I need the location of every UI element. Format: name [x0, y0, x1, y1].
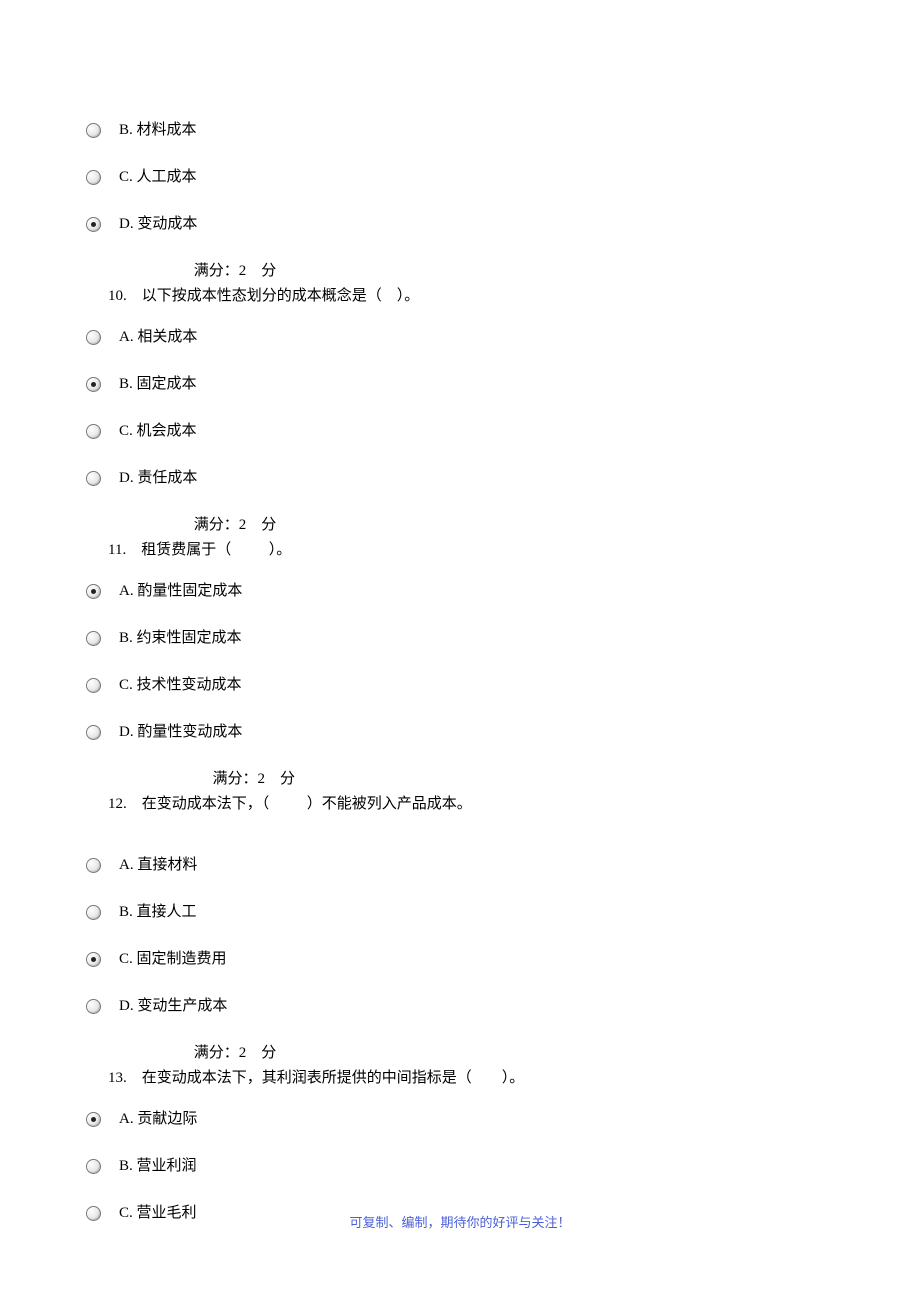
q9-option-d[interactable]: D. 变动成本	[80, 214, 840, 235]
q10-score: 满分：2 分	[190, 515, 840, 536]
option-label: B. 营业利润	[119, 1156, 197, 1177]
radio-icon	[86, 424, 101, 439]
option-label: C. 人工成本	[119, 167, 197, 188]
radio-icon	[86, 1112, 101, 1127]
q13-option-b[interactable]: B. 营业利润	[80, 1156, 840, 1177]
option-label: D. 责任成本	[119, 468, 197, 489]
q11-option-a[interactable]: A. 酌量性固定成本	[80, 581, 840, 602]
q11-option-b[interactable]: B. 约束性固定成本	[80, 628, 840, 649]
radio-icon	[86, 330, 101, 345]
radio-icon	[86, 123, 101, 138]
option-label: B. 直接人工	[119, 902, 197, 923]
option-label: C. 机会成本	[119, 421, 197, 442]
page-footer: 可复制、编制，期待你的好评与关注！	[0, 1214, 920, 1232]
radio-icon	[86, 725, 101, 740]
q13-option-a[interactable]: A. 贡献边际	[80, 1109, 840, 1130]
option-label: C. 固定制造费用	[119, 949, 227, 970]
q10-option-b[interactable]: B. 固定成本	[80, 374, 840, 395]
q12-option-a[interactable]: A. 直接材料	[80, 855, 840, 876]
q11-option-d[interactable]: D. 酌量性变动成本	[80, 722, 840, 743]
option-label: B. 固定成本	[119, 374, 197, 395]
q13-stem: 13. 在变动成本法下，其利润表所提供的中间指标是（ ）。	[108, 1068, 840, 1089]
option-label: D. 酌量性变动成本	[119, 722, 242, 743]
radio-icon	[86, 858, 101, 873]
option-label: C. 技术性变动成本	[119, 675, 242, 696]
radio-icon	[86, 631, 101, 646]
option-label: A. 相关成本	[119, 327, 197, 348]
q10-option-d[interactable]: D. 责任成本	[80, 468, 840, 489]
q12-option-d[interactable]: D. 变动生产成本	[80, 996, 840, 1017]
q10-stem: 10. 以下按成本性态划分的成本概念是（ ）。	[108, 286, 840, 307]
q11-score: 满分：2 分	[190, 769, 840, 790]
q9-score: 满分：2 分	[190, 261, 840, 282]
radio-icon	[86, 170, 101, 185]
q12-score: 满分：2 分	[190, 1043, 840, 1064]
q10-option-c[interactable]: C. 机会成本	[80, 421, 840, 442]
radio-icon	[86, 952, 101, 967]
option-label: A. 直接材料	[119, 855, 197, 876]
radio-icon	[86, 377, 101, 392]
option-label: B. 约束性固定成本	[119, 628, 242, 649]
radio-icon	[86, 999, 101, 1014]
radio-icon	[86, 905, 101, 920]
q9-option-c[interactable]: C. 人工成本	[80, 167, 840, 188]
option-label: A. 贡献边际	[119, 1109, 197, 1130]
radio-icon	[86, 678, 101, 693]
q10-option-a[interactable]: A. 相关成本	[80, 327, 840, 348]
option-label: D. 变动生产成本	[119, 996, 227, 1017]
radio-icon	[86, 217, 101, 232]
q12-option-c[interactable]: C. 固定制造费用	[80, 949, 840, 970]
q11-option-c[interactable]: C. 技术性变动成本	[80, 675, 840, 696]
option-label: D. 变动成本	[119, 214, 197, 235]
q12-stem: 12. 在变动成本法下，（ ）不能被列入产品成本。	[108, 794, 840, 815]
q11-stem: 11. 租赁费属于（ ）。	[108, 540, 840, 561]
q12-option-b[interactable]: B. 直接人工	[80, 902, 840, 923]
q9-option-b[interactable]: B. 材料成本	[80, 120, 840, 141]
radio-icon	[86, 584, 101, 599]
option-label: A. 酌量性固定成本	[119, 581, 242, 602]
radio-icon	[86, 471, 101, 486]
option-label: B. 材料成本	[119, 120, 197, 141]
radio-icon	[86, 1159, 101, 1174]
